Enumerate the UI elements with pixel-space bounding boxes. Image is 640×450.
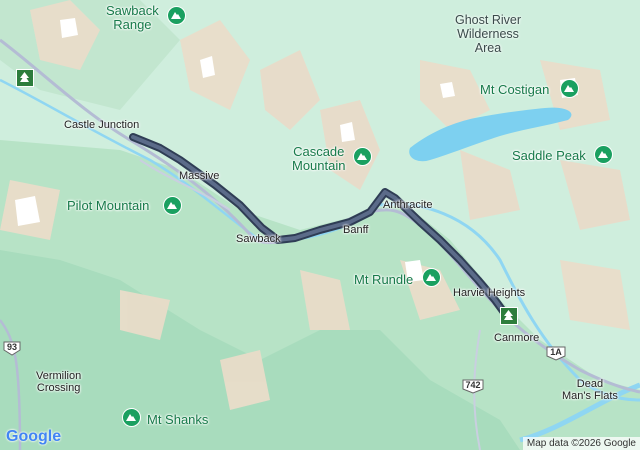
highway-shield-1a: 1A: [546, 346, 566, 361]
google-logo: Google: [6, 428, 62, 445]
peak-label-cascade-mountain[interactable]: Cascade Mountain: [292, 145, 345, 173]
peak-label-mt-rundle[interactable]: Mt Rundle: [354, 273, 413, 287]
peak-icon[interactable]: [594, 145, 613, 164]
peak-icon[interactable]: [560, 79, 579, 98]
park-entrance-icon-north[interactable]: [16, 69, 34, 87]
peak-icon[interactable]: [353, 147, 372, 166]
place-label-sawback[interactable]: Sawback: [236, 233, 281, 245]
peak-label-sawback-range[interactable]: Sawback Range: [106, 4, 159, 32]
place-label-anthracite[interactable]: Anthracite: [383, 199, 433, 211]
map-attribution[interactable]: Map data ©2026 Google: [522, 437, 640, 450]
highway-shield-93: 93: [3, 341, 21, 356]
map-canvas[interactable]: Sawback Range Pilot Mountain Cascade Mou…: [0, 0, 640, 450]
peak-icon[interactable]: [167, 6, 186, 25]
place-label-banff[interactable]: Banff: [343, 224, 369, 236]
route-layer: [129, 133, 512, 322]
peak-icon[interactable]: [163, 196, 182, 215]
peak-icon[interactable]: [122, 408, 141, 427]
place-label-harvie-heights[interactable]: Harvie Heights: [453, 287, 525, 299]
park-entrance-icon-canmore[interactable]: [500, 307, 518, 325]
place-label-massive[interactable]: Massive: [179, 170, 219, 182]
peak-icon[interactable]: [422, 268, 441, 287]
place-label-vermilion-crossing[interactable]: Vermilion Crossing: [36, 370, 81, 394]
place-label-canmore[interactable]: Canmore: [494, 332, 539, 344]
peak-label-pilot-mountain[interactable]: Pilot Mountain: [67, 199, 149, 213]
area-label-ghost-river[interactable]: Ghost River Wilderness Area: [455, 13, 521, 55]
highway-shield-742: 742: [462, 379, 484, 394]
peak-label-mt-shanks[interactable]: Mt Shanks: [147, 413, 208, 427]
place-label-castle-junction[interactable]: Castle Junction: [64, 119, 139, 131]
place-label-dead-mans-flats[interactable]: Dead Man's Flats: [562, 378, 618, 402]
peak-label-mt-costigan[interactable]: Mt Costigan: [480, 83, 549, 97]
peak-label-saddle-peak[interactable]: Saddle Peak: [512, 149, 586, 163]
